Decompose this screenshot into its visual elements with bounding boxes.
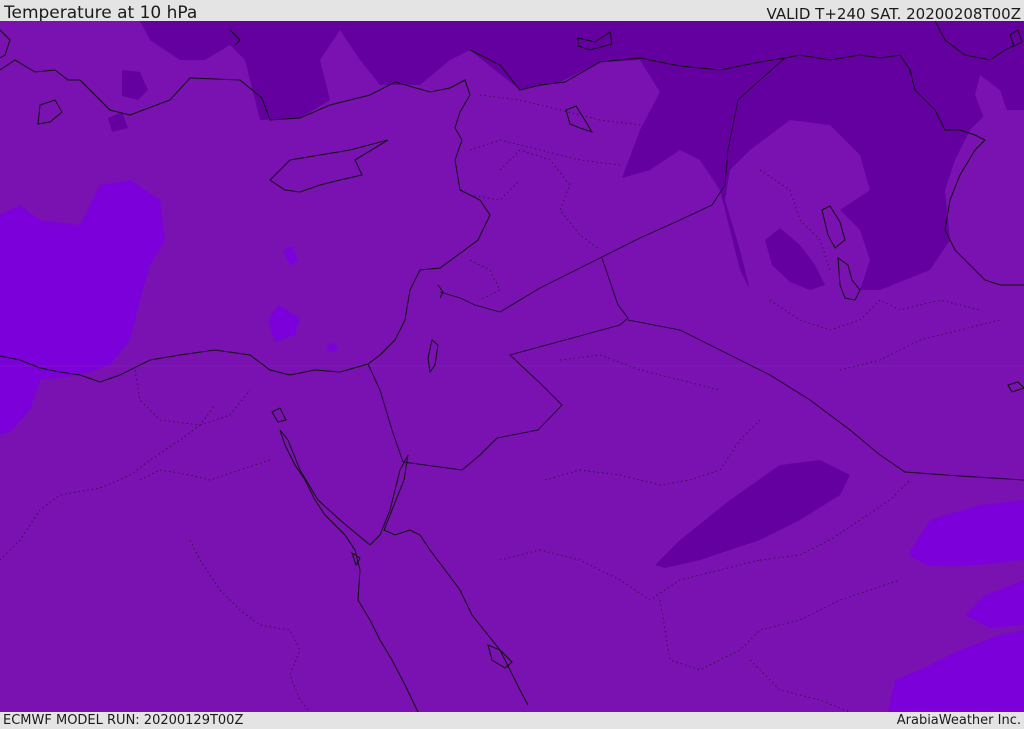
footer-bar: ECMWF MODEL RUN: 20200129T00Z ArabiaWeat…: [0, 712, 1024, 729]
weather-map: [0, 21, 1024, 712]
credit: ArabiaWeather Inc.: [896, 713, 1021, 728]
model-run: ECMWF MODEL RUN: 20200129T00Z: [3, 713, 244, 728]
map-canvas: [0, 21, 1024, 712]
header-bar: Temperature at 10 hPa VALID T+240 SAT. 2…: [0, 0, 1024, 23]
map-title: Temperature at 10 hPa: [4, 3, 198, 23]
